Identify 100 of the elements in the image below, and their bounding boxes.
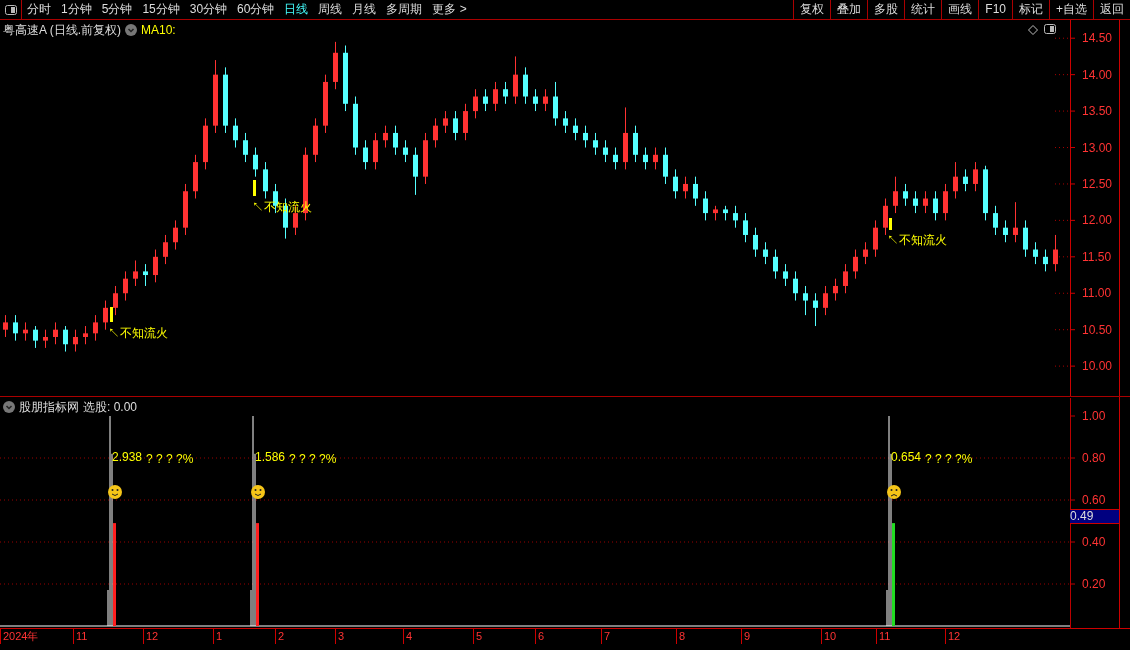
candlestick [13, 314, 18, 342]
axis-label: 12.50 [1082, 176, 1113, 191]
toolbar-button[interactable]: 画线 [941, 0, 979, 19]
candlestick [313, 117, 318, 163]
candlestick [923, 190, 928, 214]
indicator-label: MA10: [141, 22, 176, 39]
axis-label: 13.50 [1082, 104, 1113, 119]
candlestick [983, 165, 988, 221]
toolbar-button[interactable]: 返回 [1093, 0, 1130, 19]
candlestick [643, 147, 648, 170]
candlestick [763, 241, 768, 265]
candlestick [473, 88, 478, 119]
period-tab[interactable]: 1分钟 [56, 0, 97, 19]
period-tab[interactable]: 5分钟 [96, 0, 138, 19]
candlestick [133, 259, 138, 287]
candlestick [1003, 219, 1008, 243]
panel-toggle-icon[interactable] [4, 5, 17, 15]
axis-label: 0.20 [1082, 577, 1106, 591]
period-tab[interactable]: 周线 [313, 0, 348, 19]
candlestick [583, 125, 588, 148]
candlestick [353, 96, 358, 156]
candlestick [953, 161, 958, 200]
smiley-icon [108, 485, 122, 499]
candlestick [633, 125, 638, 163]
date-label: 4 [403, 629, 413, 644]
candlestick [793, 270, 798, 302]
candlestick [973, 161, 978, 192]
signal-marker [889, 218, 892, 230]
axis-label: 11.00 [1082, 286, 1112, 301]
candlestick [163, 234, 168, 265]
toolbar-button[interactable]: 标记 [1012, 0, 1049, 19]
candlestick [963, 168, 968, 192]
smiley-icon [251, 485, 265, 499]
axis-label: 0.40 [1082, 535, 1106, 549]
candlestick [683, 176, 688, 200]
date-label: 9 [741, 629, 751, 644]
period-tab[interactable]: 15分钟 [137, 0, 185, 19]
toolbar-button[interactable]: 统计 [904, 0, 942, 19]
axis-label: 0.60 [1082, 493, 1106, 507]
candlestick [63, 325, 68, 353]
toolbar-button[interactable]: F10 [978, 0, 1012, 19]
candlestick [53, 321, 58, 345]
candlestick [503, 81, 508, 105]
candlestick [733, 205, 738, 229]
toolbar-button[interactable]: 复权 [793, 0, 831, 19]
candlestick [243, 132, 248, 163]
dropdown-icon[interactable] [125, 24, 137, 36]
date-label: 10 [821, 629, 837, 644]
candlestick [93, 314, 98, 342]
candlestick [893, 176, 898, 214]
signal-value: 0.654 [891, 450, 922, 464]
axis-label: 10.00 [1082, 359, 1113, 374]
period-tab[interactable]: 分时 [22, 0, 56, 19]
candlestick [1043, 249, 1048, 272]
axis-label: 14.50 [1082, 31, 1113, 46]
toolbar-button[interactable]: 叠加 [830, 0, 868, 19]
date-label: 8 [676, 629, 686, 644]
axis-label: 11.50 [1082, 249, 1112, 264]
candlestick [1013, 201, 1018, 243]
diamond-icon[interactable] [1028, 23, 1038, 36]
dropdown-icon[interactable] [3, 401, 15, 413]
date-label: 5 [473, 629, 483, 644]
period-tab[interactable]: 60分钟 [232, 0, 280, 19]
candlestick [1033, 241, 1038, 265]
candlestick [753, 227, 758, 258]
signal-marker [253, 180, 256, 196]
period-tab[interactable]: 多周期 [381, 0, 428, 19]
current-value-label: 0.49 [1070, 509, 1119, 524]
candlestick [943, 183, 948, 221]
period-tab[interactable]: 30分钟 [184, 0, 233, 19]
candlestick [673, 168, 678, 200]
period-tab[interactable]: 月线 [347, 0, 382, 19]
candlestick [393, 125, 398, 156]
candlestick [533, 88, 538, 112]
candlestick [413, 147, 418, 196]
candlestick [113, 285, 118, 316]
candlestick [103, 300, 108, 331]
candlestick [693, 176, 698, 207]
candlestick [73, 329, 78, 353]
candlestick [423, 132, 428, 185]
candlestick [873, 219, 878, 258]
period-tab[interactable]: 更多 > [427, 0, 472, 19]
candlestick [913, 190, 918, 214]
candlestick [433, 117, 438, 148]
candlestick [523, 66, 528, 105]
candlestick [323, 74, 328, 134]
toolbar-button[interactable]: +自选 [1049, 0, 1093, 19]
candlestick [543, 88, 548, 112]
date-label: 3 [335, 629, 345, 644]
candlestick [853, 249, 858, 280]
toolbar-button[interactable]: 多股 [867, 0, 905, 19]
candlestick [463, 103, 468, 141]
candlestick [803, 285, 808, 316]
indicator-reading: 选股: 0.00 [83, 399, 138, 416]
candlestick [43, 329, 48, 349]
date-label: 11 [876, 629, 891, 644]
period-tab[interactable]: 日线 [279, 0, 314, 19]
panel-toggle-icon[interactable] [1044, 24, 1056, 35]
indicator-title: 股朋指标网 [19, 399, 79, 416]
candlestick [553, 81, 558, 127]
